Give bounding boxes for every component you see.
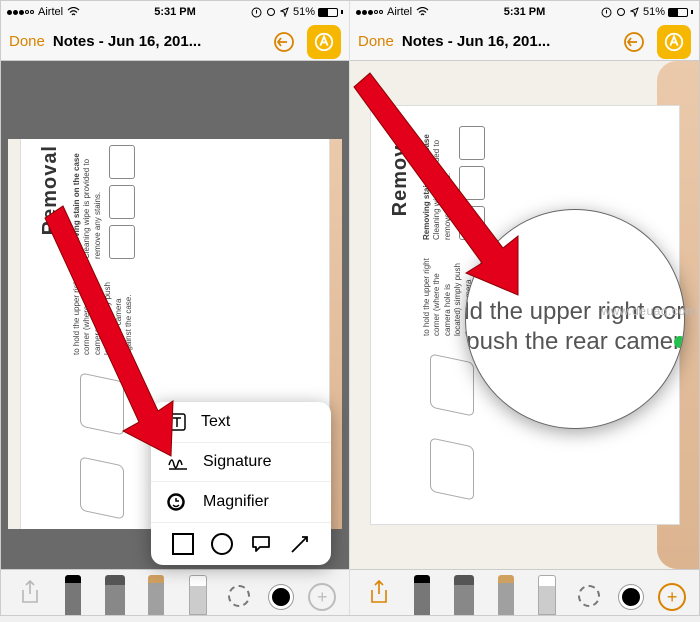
page-title: Notes - Jun 16, 201... xyxy=(53,33,261,50)
page-title: Notes - Jun 16, 201... xyxy=(402,33,611,50)
loupe-resize-handle[interactable] xyxy=(632,212,644,224)
doc-heading: Removal xyxy=(389,126,412,504)
nav-bar: Done Notes - Jun 16, 201... xyxy=(350,23,699,61)
markup-button[interactable] xyxy=(307,25,341,59)
battery-icon xyxy=(318,8,338,17)
menu-item-magnifier-label: Magnifier xyxy=(203,493,269,511)
magnifier-icon xyxy=(167,492,189,512)
add-shape-button[interactable]: + xyxy=(308,575,336,615)
shape-square[interactable] xyxy=(172,533,194,555)
text-icon xyxy=(167,412,187,432)
clock: 5:31 PM xyxy=(154,6,196,18)
menu-item-magnifier[interactable]: Magnifier xyxy=(151,482,331,523)
signal-icon xyxy=(356,10,383,15)
alarm-icon xyxy=(616,7,626,17)
doc-subbody: Cleaning wipe is provided to remove any … xyxy=(82,159,101,259)
tool-pencil[interactable] xyxy=(142,575,170,615)
doc-illustration-hand-1 xyxy=(72,453,132,523)
tool-pencil[interactable] xyxy=(492,575,520,615)
markup-toolbar: + xyxy=(350,569,699,615)
crop-overlay-top xyxy=(1,61,349,139)
markup-button[interactable] xyxy=(657,25,691,59)
menu-item-text-label: Text xyxy=(201,413,230,431)
menu-item-signature[interactable]: Signature xyxy=(151,443,331,482)
doc-heading: Removal xyxy=(39,145,62,523)
alarm-icon xyxy=(266,7,276,17)
shape-row xyxy=(151,523,331,565)
orientation-lock-icon xyxy=(251,7,262,18)
color-picker[interactable] xyxy=(617,575,645,615)
shape-speech-bubble[interactable] xyxy=(250,533,272,555)
wifi-icon xyxy=(416,7,429,17)
tool-brush[interactable] xyxy=(408,575,436,615)
share-button[interactable] xyxy=(363,570,395,615)
carrier-label: Airtel xyxy=(387,6,412,18)
done-button[interactable]: Done xyxy=(9,33,45,50)
doc-illustration-rects xyxy=(459,126,485,240)
signal-icon xyxy=(7,10,34,15)
loupe-line2: y push the rear camera a xyxy=(465,328,685,355)
status-bar: Airtel 5:31 PM 51% xyxy=(1,1,349,23)
color-picker[interactable] xyxy=(267,575,295,615)
magnifier-loupe[interactable]: old the upper right corne y push the rea… xyxy=(465,209,685,429)
orientation-lock-icon xyxy=(601,7,612,18)
undo-button[interactable] xyxy=(619,27,649,57)
add-shape-button[interactable]: + xyxy=(658,575,686,615)
carrier-label: Airtel xyxy=(38,6,63,18)
tool-eraser[interactable] xyxy=(184,575,212,615)
tool-lasso[interactable] xyxy=(575,575,603,615)
doc-illustration-hand-2 xyxy=(72,369,132,439)
tool-lasso[interactable] xyxy=(225,575,253,615)
signature-icon xyxy=(167,453,189,471)
add-menu-popup: Text Signature Magnifier xyxy=(151,402,331,565)
share-button[interactable] xyxy=(14,570,46,615)
location-icon xyxy=(280,7,289,17)
tool-marker[interactable] xyxy=(450,575,478,615)
doc-subbody: Cleaning wipe is provided to remove any … xyxy=(432,140,451,240)
menu-item-text[interactable]: Text xyxy=(151,402,331,443)
shape-circle[interactable] xyxy=(211,533,233,555)
battery-percent: 51% xyxy=(293,6,315,18)
doc-subheading: Removing stain on the case xyxy=(72,153,81,259)
tool-brush[interactable] xyxy=(59,575,87,615)
location-icon xyxy=(630,7,639,17)
doc-illustration-hand-1 xyxy=(422,434,482,504)
tool-eraser[interactable] xyxy=(533,575,561,615)
clock: 5:31 PM xyxy=(504,6,546,18)
doc-instruction-text: to hold the upper right corner (where th… xyxy=(72,273,134,355)
undo-button[interactable] xyxy=(269,27,299,57)
doc-subheading: Removing stain on the case xyxy=(422,134,431,240)
watermark: www.deuaq.com xyxy=(601,304,696,318)
done-button[interactable]: Done xyxy=(358,33,394,50)
status-bar: Airtel 5:31 PM 51% xyxy=(350,1,699,23)
wifi-icon xyxy=(67,7,80,17)
screenshot-left: Airtel 5:31 PM 51% Done Notes - Jun 16, … xyxy=(1,1,350,615)
loupe-zoom-handle[interactable] xyxy=(674,336,685,348)
battery-icon xyxy=(668,8,688,17)
menu-item-signature-label: Signature xyxy=(203,453,272,471)
shape-arrow[interactable] xyxy=(289,533,311,555)
nav-bar: Done Notes - Jun 16, 201... xyxy=(1,23,349,61)
tool-marker[interactable] xyxy=(101,575,129,615)
battery-percent: 51% xyxy=(643,6,665,18)
doc-illustration-rects xyxy=(109,145,135,259)
markup-toolbar: + xyxy=(1,569,349,615)
